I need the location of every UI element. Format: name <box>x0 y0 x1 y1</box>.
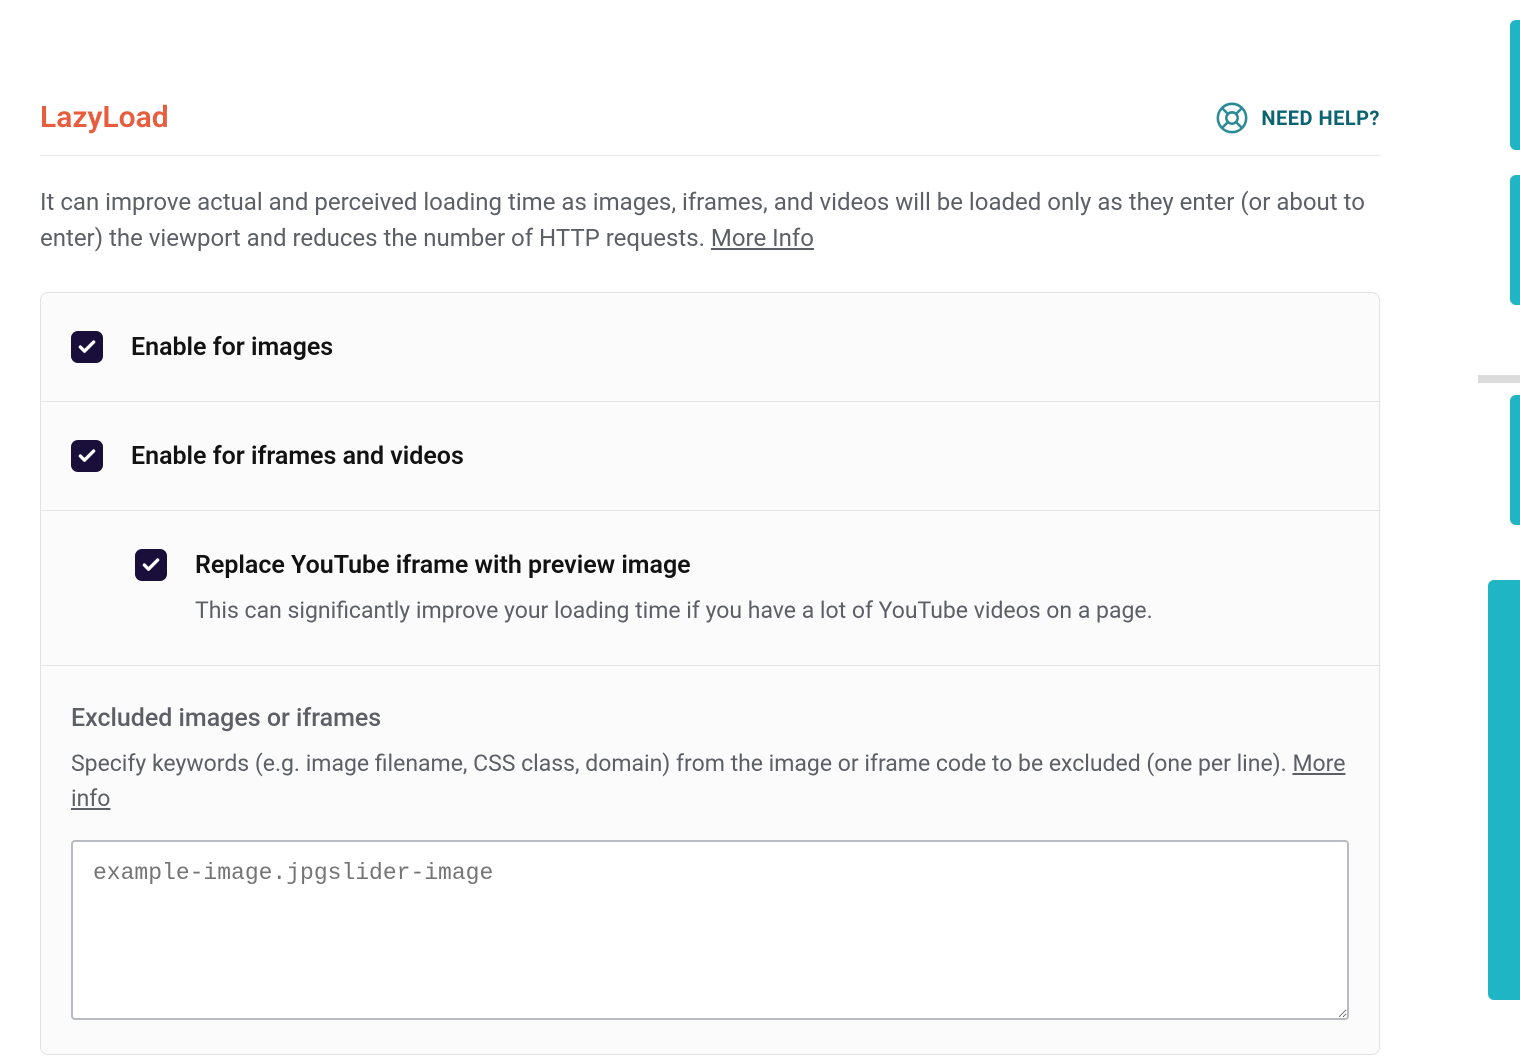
side-tab-divider <box>1478 375 1520 383</box>
checkbox-replace-youtube[interactable] <box>135 549 167 581</box>
section-title: LazyLoad <box>40 100 169 135</box>
check-icon <box>141 555 161 575</box>
side-tabs <box>1478 0 1520 1064</box>
option-replace-youtube: Replace YouTube iframe with preview imag… <box>41 511 1379 666</box>
side-tab-1[interactable] <box>1510 20 1520 150</box>
excluded-description: Specify keywords (e.g. image filename, C… <box>71 747 1349 816</box>
check-icon <box>77 446 97 466</box>
excluded-textarea[interactable] <box>71 840 1349 1020</box>
option-label-replace-youtube: Replace YouTube iframe with preview imag… <box>195 551 691 580</box>
checkbox-enable-iframes[interactable] <box>71 440 103 472</box>
excluded-section: Excluded images or iframes Specify keywo… <box>41 666 1379 1054</box>
option-label-enable-images: Enable for images <box>131 333 333 362</box>
check-icon <box>77 337 97 357</box>
section-header: LazyLoad NEED HELP? <box>40 0 1380 156</box>
option-label-enable-iframes: Enable for iframes and videos <box>131 442 464 471</box>
option-desc-replace-youtube: This can significantly improve your load… <box>71 581 1349 627</box>
more-info-link[interactable]: More Info <box>711 224 814 252</box>
checkbox-enable-images[interactable] <box>71 331 103 363</box>
options-box: Enable for images Enable for iframes and… <box>40 292 1380 1055</box>
option-enable-iframes: Enable for iframes and videos <box>41 402 1379 511</box>
need-help-label: NEED HELP? <box>1261 106 1380 130</box>
side-tab-3[interactable] <box>1510 395 1520 525</box>
option-enable-images: Enable for images <box>41 293 1379 402</box>
settings-panel: LazyLoad NEED HELP? It can improve actua… <box>0 0 1420 1055</box>
excluded-title: Excluded images or iframes <box>71 704 1349 733</box>
side-tab-4-active[interactable] <box>1488 580 1520 1000</box>
side-tab-2[interactable] <box>1510 175 1520 305</box>
lifebuoy-icon <box>1215 101 1249 135</box>
section-description: It can improve actual and perceived load… <box>40 156 1380 292</box>
need-help-link[interactable]: NEED HELP? <box>1215 101 1380 135</box>
